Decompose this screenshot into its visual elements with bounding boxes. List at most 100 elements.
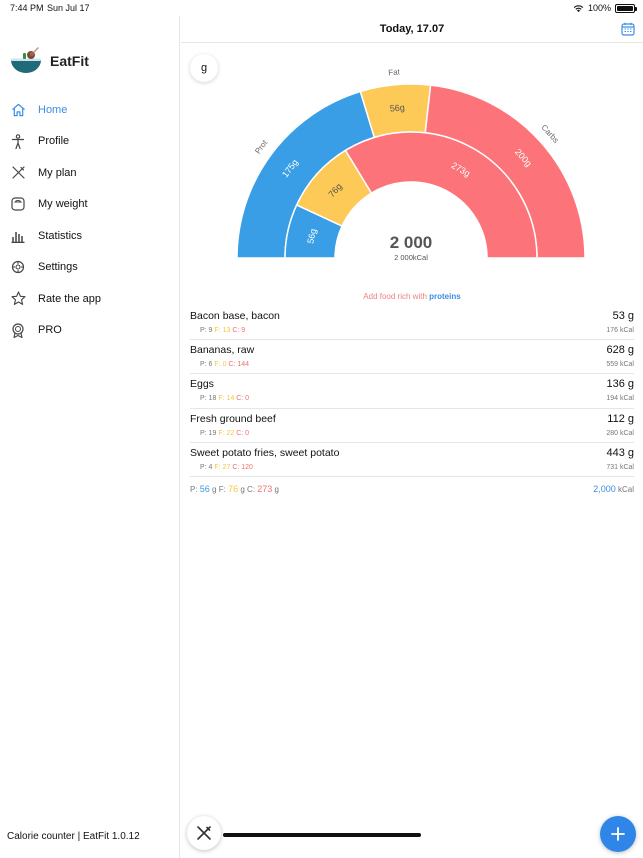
food-macros: P: 19 F: 22 C: 0 xyxy=(200,430,249,437)
food-kcal: 559 kCal xyxy=(606,361,634,369)
sidebar-item-label: Statistics xyxy=(38,229,83,242)
totals-kcal: 2,000 kCal xyxy=(593,484,634,494)
status-bar: 7:44 PM Sun Jul 17 100% xyxy=(0,0,643,16)
food-kcal: 176 kCal xyxy=(606,327,634,334)
totals-carbs: 273 xyxy=(257,484,273,494)
food-fat: F: 14 xyxy=(218,395,235,403)
brand: EatFit xyxy=(10,46,89,76)
food-carbs: C: 144 xyxy=(228,361,250,369)
food-weight: 112 g xyxy=(607,412,634,425)
main-content: Today, 17.07 175g Prot 56g Fat 200g Carbs 56g… xyxy=(181,16,643,858)
food-fat: F: 22 xyxy=(218,429,235,437)
gear-icon xyxy=(10,259,26,275)
sidebar-item-label: My weight xyxy=(38,198,88,211)
food-kcal: 731 kCal xyxy=(606,463,634,471)
status-date: Sun Jul 17 xyxy=(47,3,90,13)
food-weight: 443 g xyxy=(606,446,634,459)
food-macros: P: 18 F: 14 C: 0 xyxy=(200,395,249,402)
food-carbs: C: 0 xyxy=(236,429,250,437)
sidebar-item-settings[interactable]: Settings xyxy=(0,252,180,284)
bar-chart-icon xyxy=(10,228,26,244)
outer_ring-series-name: Prot xyxy=(253,138,269,156)
totals-unit: g xyxy=(274,485,279,494)
food-macros: P: 4 F: 27 C: 120 xyxy=(200,464,253,471)
sidebar-item-label: Home xyxy=(38,103,68,116)
food-name: Sweet potato fries, sweet potato xyxy=(190,446,340,459)
scale-icon xyxy=(10,196,26,212)
sidebar-item-label: Profile xyxy=(38,135,70,148)
food-row[interactable]: Bacon base, bacon 53 g P: 9 F: 13 C: 9 176 … xyxy=(190,306,634,341)
sidebar-item-rate-the-app[interactable]: Rate the app xyxy=(0,283,180,315)
hint-emphasis[interactable]: proteins xyxy=(429,292,461,301)
sidebar-item-profile[interactable]: Profile xyxy=(0,126,180,158)
plus-icon xyxy=(611,827,625,841)
person-icon xyxy=(10,133,26,149)
sidebar-item-my-weight[interactable]: My weight xyxy=(0,189,180,221)
food-row[interactable]: Fresh ground beef 112 g P: 19 F: 22 C: 0 28… xyxy=(190,409,634,443)
food-weight: 53 g xyxy=(612,310,634,322)
calendar-icon[interactable] xyxy=(621,22,635,36)
unit-toggle-label: g xyxy=(200,62,208,74)
sidebar-item-home[interactable]: Home xyxy=(0,94,180,126)
food-protein: P: 4 xyxy=(200,463,213,471)
utensils-icon xyxy=(10,165,26,181)
add-food-button[interactable] xyxy=(600,816,636,852)
food-protein: P: 9 xyxy=(200,327,213,334)
sidebar-item-my-plan[interactable]: My plan xyxy=(0,157,180,189)
food-protein: P: 19 xyxy=(200,429,217,437)
app-title: EatFit xyxy=(50,53,89,69)
food-row[interactable]: Bananas, raw 628 g P: 6 F: 0 C: 144 559 kCa… xyxy=(190,340,634,375)
food-fat: F: 0 xyxy=(214,361,227,369)
food-carbs: C: 9 xyxy=(232,327,246,334)
food-list: Bacon base, bacon 53 g P: 9 F: 13 C: 9 176 … xyxy=(190,306,634,477)
star-icon xyxy=(10,291,26,307)
totals-p-label: P: xyxy=(190,485,198,494)
sidebar-item-statistics[interactable]: Statistics xyxy=(0,220,180,252)
page-title: Today, 17.07 xyxy=(379,23,445,35)
center-sub: 2 000kCal xyxy=(394,253,428,262)
food-weight: 136 g xyxy=(606,378,634,391)
outer_ring-value-label: 56g xyxy=(389,102,405,113)
meal-plan-button[interactable] xyxy=(187,816,221,850)
totals-c-label: C: xyxy=(247,485,256,494)
totals-protein: 56 xyxy=(199,484,210,494)
totals-fat: 76 xyxy=(228,484,239,494)
food-fat: F: 13 xyxy=(214,327,231,334)
sidebar: EatFit Home Profile My plan My weight St… xyxy=(0,16,180,858)
food-name: Bananas, raw xyxy=(190,344,255,357)
food-kcal: 194 kCal xyxy=(606,395,634,403)
unit-toggle-button[interactable]: g xyxy=(190,54,218,82)
sidebar-item-pro[interactable]: PRO xyxy=(0,315,180,347)
outer_ring-series-name: Carbs xyxy=(540,123,561,145)
totals-unit: g xyxy=(212,485,217,494)
food-name: Bacon base, bacon xyxy=(190,310,280,322)
wifi-icon xyxy=(573,4,584,12)
macro-gauge-chart: 175gProt56gFat200gCarbs 56g76g273g 2 000… xyxy=(236,67,586,262)
utensils-icon xyxy=(197,826,211,840)
totals-kcal-value: 2,000 xyxy=(593,484,616,494)
outer_ring-series-name: Fat xyxy=(388,67,401,77)
home-icon xyxy=(10,102,26,118)
food-name: Eggs xyxy=(190,378,214,391)
totals-kcal-unit: kCal xyxy=(617,485,634,494)
sidebar-item-label: Settings xyxy=(38,261,78,274)
food-protein: P: 6 xyxy=(200,361,213,369)
totals-macros: P: 56 g F: 76 g C: 273 g xyxy=(190,484,279,494)
status-indicators: 100% xyxy=(573,3,637,13)
sidebar-item-label: PRO xyxy=(38,324,62,337)
food-row[interactable]: Sweet potato fries, sweet potato 443 g P: … xyxy=(190,443,634,477)
food-row[interactable]: Eggs 136 g P: 18 F: 14 C: 0 194 kCal xyxy=(190,374,634,409)
status-time: 7:44 PM xyxy=(10,3,44,13)
food-carbs: C: 0 xyxy=(236,395,250,403)
totals-f-label: F: xyxy=(218,485,226,494)
food-weight: 628 g xyxy=(606,344,634,357)
home-indicator xyxy=(223,833,421,837)
food-macros: P: 6 F: 0 C: 144 xyxy=(200,361,249,368)
food-carbs: C: 120 xyxy=(232,463,253,471)
food-name: Fresh ground beef xyxy=(190,412,276,425)
battery-icon xyxy=(615,3,637,13)
sidebar-nav: Home Profile My plan My weight Statistic… xyxy=(0,94,180,346)
food-hint: Add food rich with proteins xyxy=(181,292,643,301)
totals-row: P: 56 g F: 76 g C: 273 g 2,000 kCal xyxy=(190,484,634,496)
food-kcal: 280 kCal xyxy=(606,429,634,437)
